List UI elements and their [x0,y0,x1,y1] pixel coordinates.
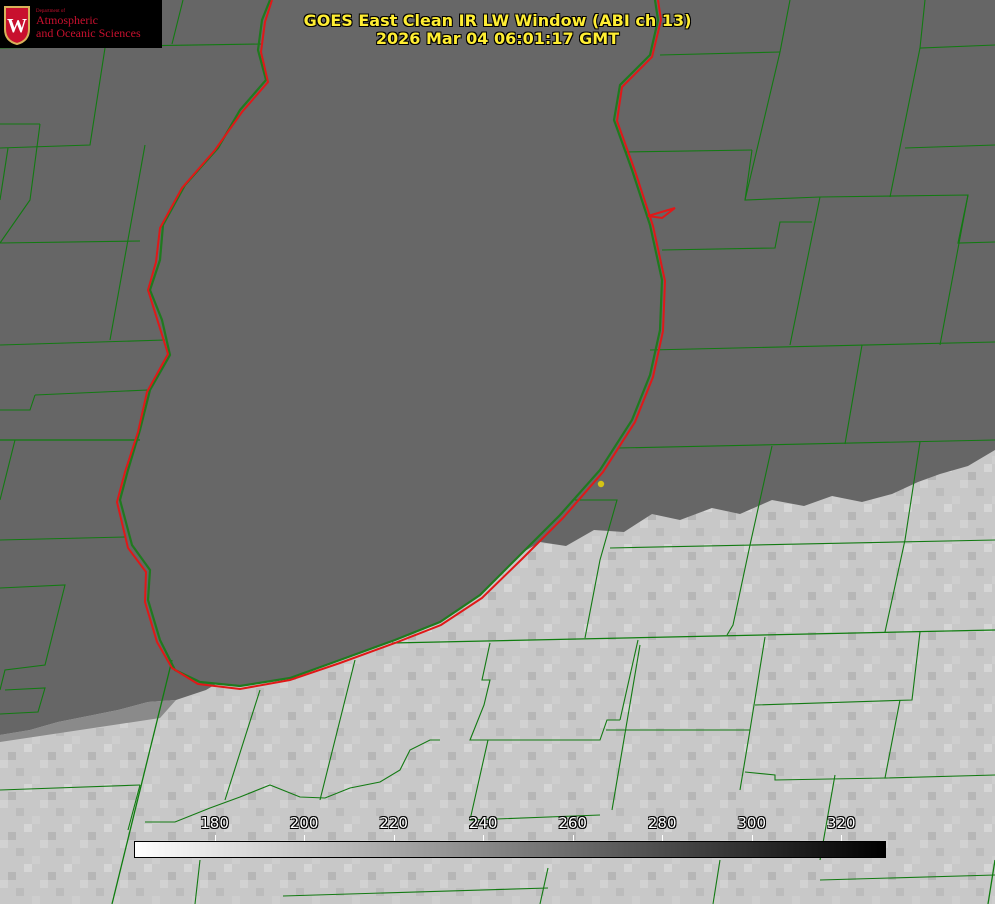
station-marker [597,480,605,488]
satellite-image-view: W Department of Atmospheric and Oceanic … [0,0,995,904]
colorbar-tick-mark [214,835,216,841]
colorbar-tick-label: 260 [558,814,587,832]
colorbar-tick-mark [751,835,753,841]
uw-aos-logo: W Department of Atmospheric and Oceanic … [0,0,162,48]
temperature-colorbar [134,841,886,858]
colorbar-tick-mark [841,835,843,841]
colorbar-tick-label: 300 [737,814,767,832]
colorbar-tick-label: 240 [468,814,498,832]
colorbar-tick-label: 280 [647,814,677,832]
uw-crest-icon: W [4,6,30,45]
colorbar-tick-label: 320 [826,814,856,832]
colorbar-tick-mark [483,835,485,841]
colorbar-tick-mark [393,835,395,841]
colorbar-tick-mark [304,835,306,841]
colorbar-tick-label: 180 [200,814,229,832]
colorbar-tick-label: 220 [379,814,408,832]
crest-letter: W [7,15,27,37]
logo-name-line2: and Oceanic Sciences [36,26,141,40]
colorbar-tick-mark [572,835,574,841]
colorbar-tick-mark [662,835,664,841]
colorbar-tick-label: 200 [289,814,319,832]
satellite-map [0,0,995,904]
